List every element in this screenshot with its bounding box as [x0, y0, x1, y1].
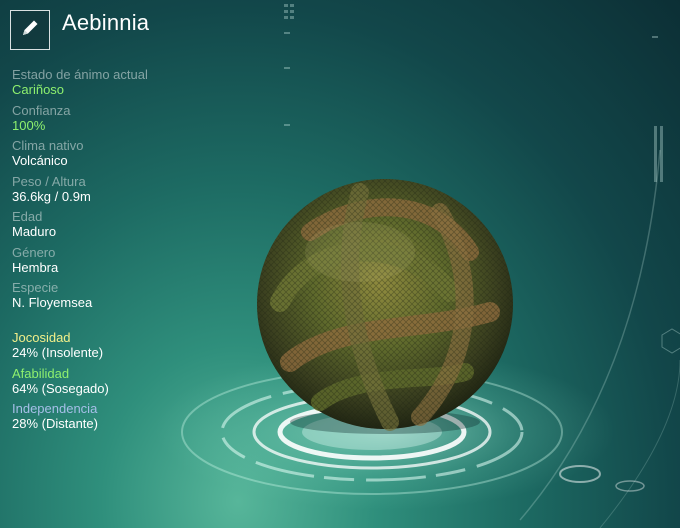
edit-name-button[interactable]	[10, 10, 50, 50]
stat-climate: Clima nativo Volcánico	[12, 138, 148, 174]
traits-list: Jocosidad 24% (Insolente) Afabilidad 64%…	[12, 330, 109, 437]
stat-label: Estado de ánimo actual	[12, 67, 148, 82]
trait-gentleness: Afabilidad 64% (Sosegado)	[12, 366, 109, 402]
trait-name: Afabilidad	[12, 365, 70, 381]
pencil-icon	[19, 17, 41, 44]
stat-value: Hembra	[12, 259, 59, 275]
stat-label: Edad	[12, 209, 43, 224]
stat-label: Peso / Altura	[12, 173, 86, 189]
trait-value: 24% (Insolente)	[12, 345, 104, 360]
stats-list: Estado de ánimo actual Cariñoso Confianz…	[12, 67, 148, 316]
stat-weight-height: Peso / Altura 36.6kg / 0.9m	[12, 174, 148, 210]
trait-value: 28% (Distante)	[12, 416, 98, 431]
creature-info-panel: Aebinnia Estado de ánimo actual Cariñoso…	[0, 0, 260, 528]
stat-label: Especie	[12, 280, 59, 295]
stat-value: Volcánico	[12, 153, 68, 168]
stat-species: Especie N. Floyemsea	[12, 280, 148, 316]
stat-label: Género	[12, 244, 56, 260]
creature-name: Aebinnia	[62, 10, 150, 35]
trait-playfulness: Jocosidad 24% (Insolente)	[12, 330, 109, 366]
creature-model	[257, 179, 513, 434]
trait-value: 64% (Sosegado)	[12, 380, 109, 396]
stat-label: Clima nativo	[12, 138, 84, 153]
stat-value: 36.6kg / 0.9m	[12, 188, 91, 204]
stat-mood: Estado de ánimo actual Cariñoso	[12, 67, 148, 103]
trait-name: Independencia	[12, 401, 98, 416]
stat-value: Cariñoso	[12, 82, 65, 97]
stat-value: 100%	[12, 117, 46, 133]
stat-age: Edad Maduro	[12, 209, 148, 245]
trait-name: Jocosidad	[12, 330, 71, 345]
stat-gender: Género Hembra	[12, 245, 148, 281]
stat-trust: Confianza 100%	[12, 103, 148, 139]
stat-label: Confianza	[12, 102, 71, 118]
trait-independence: Independencia 28% (Distante)	[12, 401, 109, 437]
stat-value: Maduro	[12, 224, 57, 239]
stat-value: N. Floyemsea	[12, 295, 93, 310]
